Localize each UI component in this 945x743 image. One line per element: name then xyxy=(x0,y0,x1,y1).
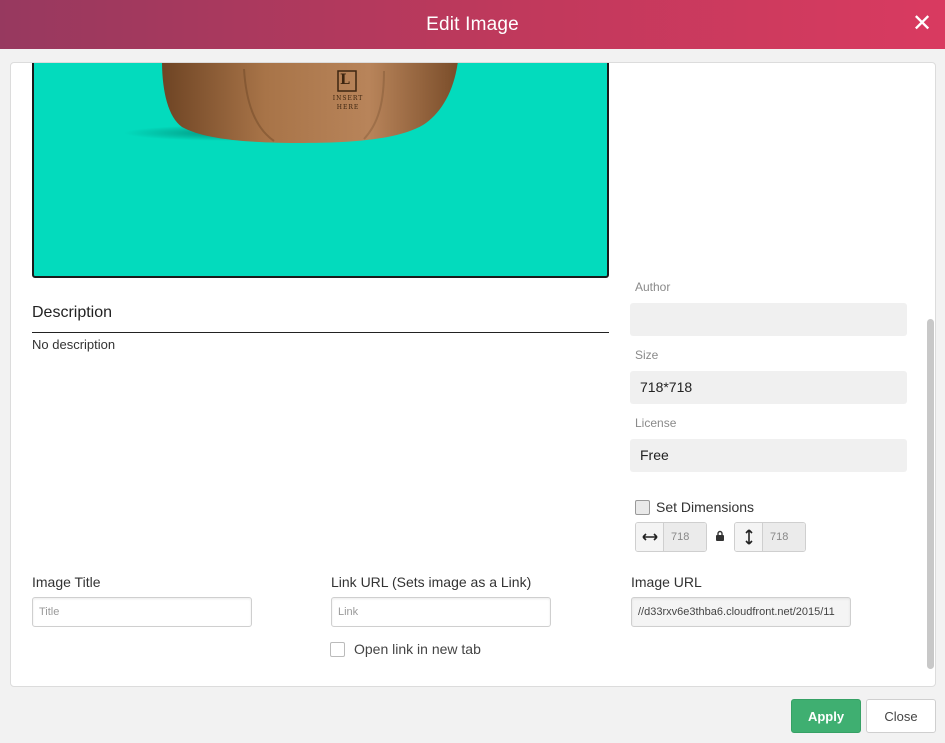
link-url-input[interactable] xyxy=(331,597,551,627)
license-label: License xyxy=(635,416,677,430)
image-url-label: Image URL xyxy=(631,574,702,590)
dialog-title: Edit Image xyxy=(426,13,519,35)
height-group xyxy=(734,522,806,552)
open-new-tab[interactable]: Open link in new tab xyxy=(330,641,481,657)
lock-icon[interactable] xyxy=(715,528,725,546)
wooden-bowl-image xyxy=(124,63,458,143)
width-input[interactable] xyxy=(664,523,706,551)
dialog-header: Edit Image ✕ xyxy=(0,0,945,49)
size-label: Size xyxy=(635,348,659,362)
image-preview: L INSERT HERE xyxy=(32,63,609,278)
license-field[interactable]: Free xyxy=(630,439,907,472)
image-title-input[interactable] xyxy=(32,597,252,627)
set-dimensions[interactable]: Set Dimensions xyxy=(635,499,754,515)
height-arrows-icon xyxy=(735,523,763,551)
close-button[interactable]: Close xyxy=(866,699,936,733)
open-new-tab-checkbox[interactable] xyxy=(330,641,345,657)
width-arrows-icon xyxy=(636,523,664,551)
set-dimensions-label: Set Dimensions xyxy=(656,499,755,515)
width-group xyxy=(635,522,707,552)
link-url-label: Link URL (Sets image as a Link) xyxy=(331,574,532,590)
image-title-label: Image Title xyxy=(32,574,101,590)
height-input[interactable] xyxy=(763,523,805,551)
image-url-input[interactable] xyxy=(631,597,851,627)
edit-image-panel: L INSERT HERE Description No description… xyxy=(10,62,936,687)
logo-text: INSERT HERE xyxy=(332,95,364,111)
author-label: Author xyxy=(635,280,671,294)
description-text[interactable]: No description xyxy=(32,337,115,352)
close-icon[interactable]: ✕ xyxy=(909,11,935,37)
open-new-tab-label: Open link in new tab xyxy=(354,641,481,657)
set-dimensions-checkbox[interactable] xyxy=(635,499,650,515)
author-field[interactable] xyxy=(630,303,907,336)
apply-button[interactable]: Apply xyxy=(791,699,861,733)
logo-letter: L xyxy=(340,72,350,88)
size-field[interactable]: 718*718 xyxy=(630,371,907,404)
scrollbar-thumb[interactable] xyxy=(927,319,934,669)
scrollbar[interactable] xyxy=(926,63,935,686)
description-heading: Description xyxy=(32,304,113,321)
description-divider xyxy=(32,332,609,333)
